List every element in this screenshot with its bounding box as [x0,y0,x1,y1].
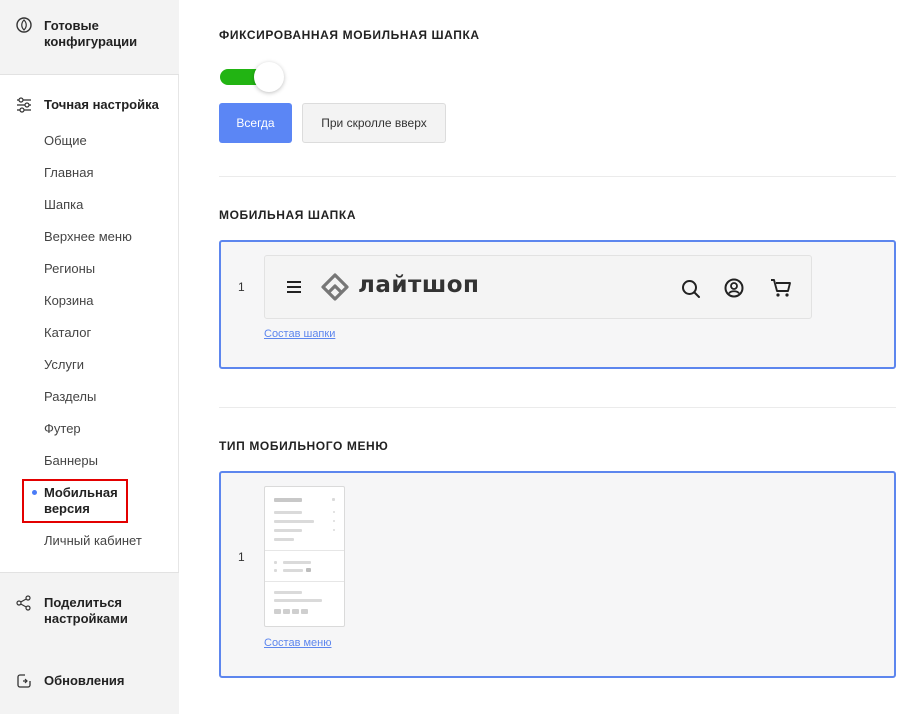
logo-text: лайтшоп [358,272,480,298]
option-scroll-up-button[interactable]: При скролле вверх [302,103,446,143]
menu-composition-link[interactable]: Состав меню [264,637,332,649]
menu-preview-line [283,609,290,614]
cart-icon [771,279,791,297]
sidebar-fine-tune-label[interactable]: Точная настройка [44,97,159,113]
sidebar: Готовые конфигурации Точная настройка Об… [0,0,179,714]
mobile-menu-preview[interactable] [264,486,345,627]
option-always-button[interactable]: Всегда [219,103,292,143]
section-divider [219,176,896,177]
menu-preview-line [333,511,335,513]
sidebar-item-general[interactable]: Общие [44,133,87,149]
update-icon [17,674,31,688]
compass-icon [16,17,32,33]
menu-preview-line [274,538,294,541]
highlight-frame [22,479,128,523]
mobile-menu-title: ТИП МОБИЛЬНОГО МЕНЮ [219,439,389,453]
menu-preview-separator [265,581,344,582]
mobile-menu-number: 1 [238,550,245,564]
menu-preview-line [333,520,335,522]
fixed-header-title: ФИКСИРОВАННАЯ МОБИЛЬНАЯ ШАПКА [219,28,480,42]
menu-preview-line [274,609,281,614]
menu-preview-line [332,498,335,501]
sidebar-configurations-label: Готовые конфигурации [44,18,138,49]
sidebar-item-cart[interactable]: Корзина [44,293,94,309]
toggle-knob [254,62,284,92]
menu-preview-line [333,529,335,531]
menu-preview-line [306,568,311,572]
sidebar-item-header[interactable]: Шапка [44,197,83,213]
mobile-header-title: МОБИЛЬНАЯ ШАПКА [219,208,357,222]
menu-preview-line [274,520,314,523]
menu-preview-separator [265,550,344,551]
sidebar-share-label[interactable]: Поделиться настройками [44,595,164,627]
fixed-header-toggle[interactable] [219,62,285,92]
menu-preview-line [274,529,302,532]
sidebar-item-banners[interactable]: Баннеры [44,453,98,469]
sidebar-item-main[interactable]: Главная [44,165,93,181]
menu-preview-line [274,569,277,572]
user-icon [724,278,744,298]
menu-preview-line [292,609,299,614]
mobile-header-preview[interactable]: лайтшоп [264,255,812,319]
section-divider [219,407,896,408]
sidebar-item-sections[interactable]: Разделы [44,389,96,405]
sidebar-item-account[interactable]: Личный кабинет [44,533,142,549]
sidebar-item-footer[interactable]: Футер [44,421,81,437]
sidebar-item-top-menu[interactable]: Верхнее меню [44,229,132,245]
logo-icon [321,273,349,301]
hamburger-icon [287,281,301,293]
sidebar-bottom-block: Поделиться настройками Обновления [0,572,179,714]
menu-preview-line [283,569,303,572]
share-icon [16,595,31,611]
menu-preview-line [283,561,311,564]
menu-preview-line [274,591,302,594]
header-composition-link[interactable]: Состав шапки [264,328,335,340]
sliders-icon [17,97,31,113]
search-icon [682,280,700,298]
sidebar-item-services[interactable]: Услуги [44,357,84,373]
menu-preview-line [301,609,308,614]
menu-preview-line [274,511,302,514]
mobile-header-number: 1 [238,280,245,294]
sidebar-item-regions[interactable]: Регионы [44,261,95,277]
sidebar-updates-label[interactable]: Обновления [44,673,125,689]
menu-preview-line [274,561,277,564]
menu-preview-line [274,498,302,502]
sidebar-item-catalog[interactable]: Каталог [44,325,91,341]
sidebar-section-configurations[interactable]: Готовые конфигурации [0,0,179,75]
menu-preview-line [274,599,322,602]
